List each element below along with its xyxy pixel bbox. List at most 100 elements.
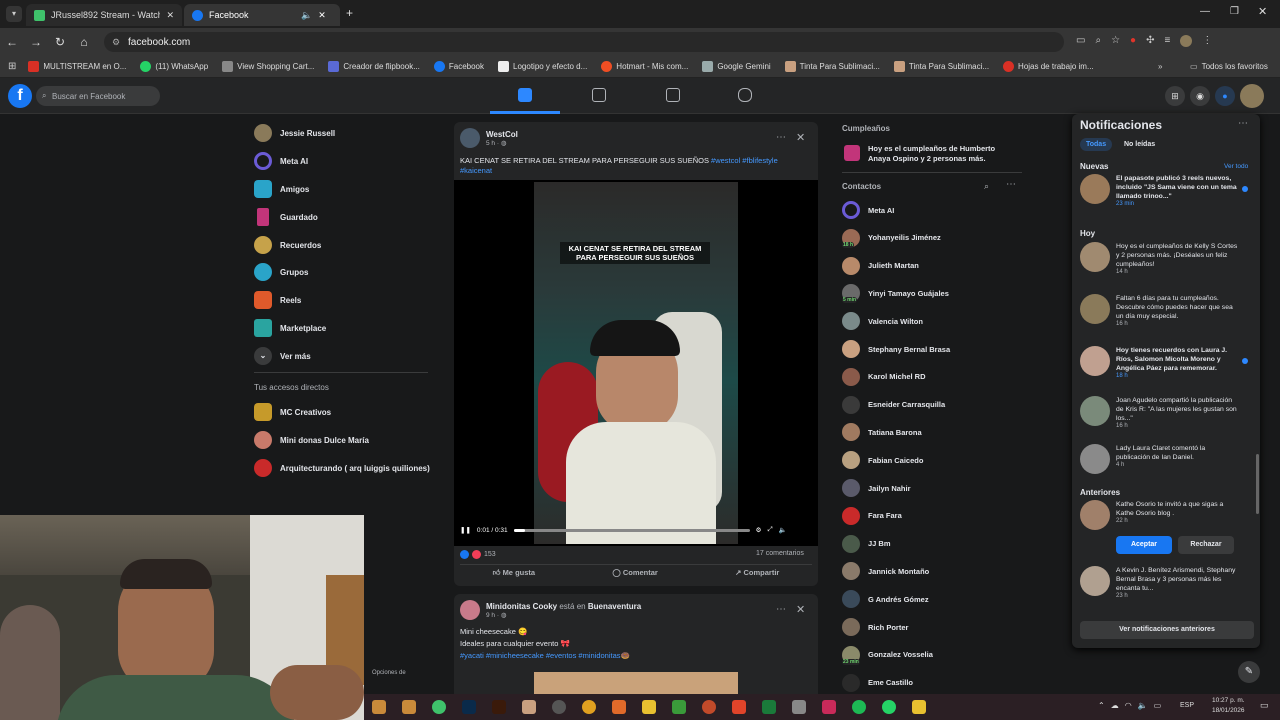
restore-button[interactable]: ❐ <box>1230 6 1239 17</box>
facebook-logo-icon[interactable]: f <box>8 84 32 108</box>
extension-red-icon[interactable]: ● <box>1130 35 1136 47</box>
filter-all-tab[interactable]: Todas <box>1080 138 1113 151</box>
reload-icon[interactable]: ↻ <box>48 35 72 49</box>
address-bar[interactable]: ⚙ facebook.com <box>104 32 1064 52</box>
notification-item[interactable]: Hoy es el cumpleaños de Kelly S Cortes y… <box>1080 242 1248 275</box>
post-location[interactable]: Buenaventura <box>588 602 641 611</box>
options-text[interactable]: Opciones de <box>372 670 406 676</box>
contact-item[interactable]: Esneider Carrasquilla <box>842 395 945 414</box>
bookmark-item[interactable]: Hotmart - Mis com... <box>601 61 688 72</box>
clock-date[interactable]: 18/01/2026 <box>1212 706 1245 716</box>
all-bookmarks-folder[interactable]: ▭ Todos los favoritos <box>1190 62 1268 71</box>
whatsapp-icon[interactable] <box>882 700 896 714</box>
bookmark-item[interactable]: Tinta Para Sublimaci... <box>893 61 989 72</box>
menu-grid-icon[interactable]: ⊞ <box>1165 86 1185 106</box>
more-bookmarks-icon[interactable]: » <box>1158 62 1162 71</box>
sidebar-item-friends[interactable]: Amigos <box>254 180 309 198</box>
sidebar-item-profile[interactable]: Jessie Russell <box>254 124 335 142</box>
tray-battery-icon[interactable]: ▭ <box>1154 701 1162 710</box>
notification-item[interactable]: Joan Agudelo compartió la publicación de… <box>1080 396 1248 429</box>
site-info-icon[interactable]: ⚙ <box>112 37 120 48</box>
contact-item[interactable]: 18 h Yohanyeilis Jiménez <box>842 228 941 248</box>
post-more-icon[interactable]: ⋯ <box>776 132 786 143</box>
search-input[interactable]: ⌕ Buscar en Facebook <box>36 86 160 106</box>
filter-unread-tab[interactable]: No leídas <box>1118 138 1161 151</box>
contact-item[interactable]: Julieth Martan <box>842 256 919 275</box>
close-tab-icon[interactable]: ✕ <box>166 10 174 21</box>
video-player[interactable]: KAI CENAT SE RETIRA DEL STREAM PARA PERS… <box>454 180 818 546</box>
bookmark-item[interactable]: (11) WhatsApp <box>140 61 208 72</box>
contact-item[interactable]: Stephany Bernal Brasa <box>842 340 950 358</box>
contact-item[interactable]: Meta AI <box>842 201 894 219</box>
post-close-icon[interactable]: ✕ <box>796 603 805 616</box>
post-author[interactable]: Minidonitas Cooky <box>486 602 557 611</box>
post-author[interactable]: WestCol <box>486 130 518 139</box>
comment-count[interactable]: 17 comentarios <box>756 550 804 557</box>
birthday-text[interactable]: Hoy es el cumpleaños de Humberto Anaya O… <box>868 144 1018 164</box>
illustrator-icon[interactable] <box>492 700 506 714</box>
taskbar-app-icon[interactable] <box>372 700 386 714</box>
bookmark-item[interactable]: Hojas de trabajo im... <box>1003 61 1094 72</box>
share-button[interactable]: ↗ Compartir <box>735 568 779 578</box>
reading-list-icon[interactable]: ≡ <box>1164 35 1170 47</box>
post-hashtags[interactable]: #yacati #minicheesecake #eventos #minido… <box>460 650 630 662</box>
contact-item[interactable]: JJ Bm <box>842 534 891 553</box>
notifications-bell-icon[interactable]: ● <box>1215 86 1235 106</box>
excel-icon[interactable] <box>762 700 776 714</box>
spotify-icon[interactable] <box>852 700 866 714</box>
cast-icon[interactable]: ▭ <box>1076 35 1085 47</box>
file-explorer-icon[interactable] <box>642 700 656 714</box>
profile-icon[interactable] <box>1180 35 1193 47</box>
contact-item[interactable]: Tatiana Barona <box>842 423 922 442</box>
home-icon[interactable]: ⌂ <box>72 35 96 49</box>
bookmark-item[interactable]: Tinta Para Sublimaci... <box>784 61 880 72</box>
accept-button[interactable]: Aceptar <box>1116 536 1172 554</box>
taskbar-app-icon[interactable] <box>702 700 716 714</box>
contacts-search-icon[interactable]: ⌕ <box>984 181 989 192</box>
tab-stream[interactable]: JRussel892 Stream - Watch Live ✕ <box>26 4 182 26</box>
fullscreen-icon[interactable]: ⤢ <box>767 526 772 534</box>
notifications-scrollbar[interactable] <box>1256 454 1259 514</box>
taskbar-app-icon[interactable] <box>552 700 566 714</box>
sidebar-item-reels[interactable]: Reels <box>254 291 301 309</box>
contact-item[interactable]: Jannick Montaño <box>842 562 929 581</box>
zoom-icon[interactable]: ⌕ <box>1095 35 1101 47</box>
post-time[interactable]: 9 h <box>486 612 495 619</box>
extensions-icon[interactable]: ✣ <box>1146 35 1154 47</box>
contacts-more-icon[interactable]: ⋯ <box>1006 179 1016 190</box>
comment-button[interactable]: ◯ Comentar <box>612 568 658 578</box>
author-avatar[interactable] <box>460 128 480 148</box>
star-icon[interactable]: ☆ <box>1111 35 1120 47</box>
contact-item[interactable]: Eme Castillo <box>842 673 913 692</box>
shortcut-item[interactable]: MC Creativos <box>254 403 331 421</box>
messenger-icon[interactable]: ◉ <box>1190 86 1210 106</box>
contact-item[interactable]: Fara Fara <box>842 506 902 525</box>
bookmark-item[interactable]: MULTISTREAM en O... <box>28 61 126 72</box>
photoshop-icon[interactable] <box>462 700 476 714</box>
sidebar-item-marketplace[interactable]: Marketplace <box>254 319 326 337</box>
new-message-button[interactable]: ✎ <box>1238 661 1260 683</box>
sidebar-item-meta-ai[interactable]: Meta AI <box>254 152 308 170</box>
see-previous-button[interactable]: Ver notificaciones anteriores <box>1080 621 1254 639</box>
pause-icon[interactable]: ❚❚ <box>460 526 471 534</box>
marketplace-nav-icon[interactable] <box>666 88 680 102</box>
settings-gear-icon[interactable]: ⚙ <box>756 526 762 534</box>
reaction-count[interactable]: 153 <box>484 551 496 558</box>
notifications-more-icon[interactable]: ⋯ <box>1238 118 1248 129</box>
video-progress-bar[interactable] <box>513 528 750 532</box>
input-language[interactable]: ESP <box>1180 702 1194 709</box>
bookmark-item[interactable]: Logotipo y efecto d... <box>498 61 587 72</box>
contact-item[interactable]: 5 min Yinyi Tamayo Guájales <box>842 284 949 304</box>
taskbar-app-icon[interactable] <box>672 700 686 714</box>
reject-button[interactable]: Rechazar <box>1178 536 1234 554</box>
tray-wifi-icon[interactable]: ◠ <box>1125 701 1132 710</box>
forward-arrow-icon[interactable]: → <box>24 35 48 49</box>
author-avatar[interactable] <box>460 600 480 620</box>
taskbar-app-icon[interactable] <box>432 700 446 714</box>
taskbar-app-icon[interactable] <box>402 700 416 714</box>
contact-item[interactable]: G Andrés Gómez <box>842 590 929 609</box>
contact-item[interactable]: Valencia Wilton <box>842 312 923 331</box>
contact-item[interactable]: Karol Michel RD <box>842 367 926 386</box>
tray-volume-icon[interactable]: 🔈 <box>1138 701 1148 710</box>
contact-item[interactable]: Fabian Caicedo <box>842 451 923 470</box>
